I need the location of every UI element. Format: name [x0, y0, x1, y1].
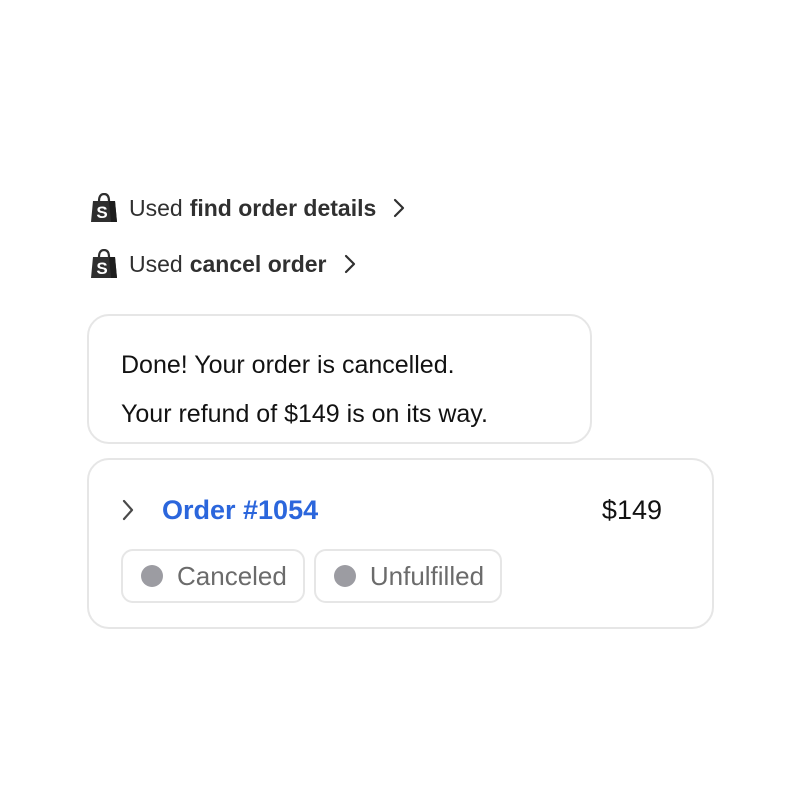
- status-dot: [333, 565, 356, 587]
- shopify-bag-icon: S: [91, 193, 117, 222]
- order-header: Order #1054 $149: [121, 490, 662, 530]
- chat-canvas: S Used find order details S Used cancel …: [0, 0, 800, 800]
- status-badge-unfulfilled: Unfulfilled: [313, 549, 503, 603]
- status-dot: [141, 565, 163, 587]
- order-amount: $149: [601, 494, 662, 525]
- tool-call-cancel-order[interactable]: S Used cancel order: [90, 248, 357, 280]
- status-label: Unfulfilled: [369, 560, 485, 591]
- chevron-right-icon: [394, 198, 405, 218]
- tool-call-prefix: Used: [129, 250, 183, 277]
- chevron-right-icon: [344, 254, 355, 274]
- message-line: Done! Your order is cancelled.: [121, 351, 455, 379]
- svg-text:S: S: [96, 259, 107, 278]
- tool-call-prefix: Used: [129, 194, 183, 221]
- tool-call-find-order-details[interactable]: S Used find order details: [90, 192, 406, 224]
- message-line: Your refund of $149 is on its way.: [121, 400, 488, 428]
- chevron-right-icon[interactable]: [121, 499, 135, 521]
- tool-call-name: find order details: [189, 194, 377, 221]
- assistant-message-bubble: Done! Your order is cancelled. Your refu…: [87, 314, 592, 444]
- order-card: Order #1054 $149 Canceled Unfulfilled: [87, 458, 714, 629]
- status-label: Canceled: [177, 560, 287, 591]
- svg-text:S: S: [96, 203, 107, 222]
- shopify-bag-icon: S: [91, 249, 117, 278]
- status-badges: Canceled Unfulfilled: [121, 549, 503, 603]
- order-link[interactable]: Order #1054: [162, 495, 318, 526]
- status-badge-canceled: Canceled: [121, 549, 305, 603]
- tool-call-name: cancel order: [189, 250, 327, 277]
